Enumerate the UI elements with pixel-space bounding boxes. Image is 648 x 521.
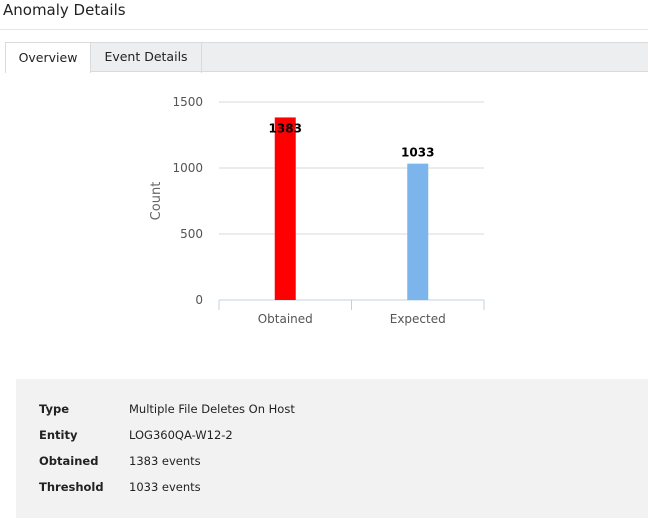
detail-row-type: Type Multiple File Deletes On Host: [16, 402, 648, 428]
detail-label: Type: [39, 402, 70, 416]
detail-value: LOG360QA-W12-2: [129, 428, 233, 442]
title-divider: [0, 29, 648, 30]
details-panel: Type Multiple File Deletes On Host Entit…: [16, 379, 648, 518]
bar-expected: [407, 163, 429, 300]
y-tick-label: 0: [195, 293, 203, 307]
y-tick-label: 1500: [172, 95, 203, 109]
data-label: 1033: [401, 146, 434, 160]
bar-obtained: [274, 117, 296, 300]
page-title: Anomaly Details: [3, 1, 126, 19]
y-tick-label: 500: [180, 227, 203, 241]
detail-value: 1383 events: [129, 454, 201, 468]
detail-value: 1033 events: [129, 480, 201, 494]
category-label: Obtained: [258, 312, 313, 326]
detail-value: Multiple File Deletes On Host: [129, 402, 295, 416]
tab-event-details[interactable]: Event Details: [91, 42, 202, 73]
detail-row-threshold: Threshold 1033 events: [16, 480, 648, 506]
detail-label: Obtained: [39, 454, 99, 468]
tab-overview[interactable]: Overview: [5, 42, 91, 73]
chart-svg: 0 500 1000 1500 Count 1383 Obtained 1033 Expecte…: [149, 95, 485, 326]
tab-bar: Overview Event Details: [5, 42, 648, 73]
detail-label: Threshold: [39, 480, 104, 494]
category-label: Expected: [390, 312, 446, 326]
y-axis-title: Count: [149, 182, 164, 221]
anomaly-chart: 0 500 1000 1500 Count 1383 Obtained 1033 Expecte…: [0, 72, 648, 372]
detail-row-entity: Entity LOG360QA-W12-2: [16, 428, 648, 454]
detail-row-obtained: Obtained 1383 events: [16, 454, 648, 480]
y-tick-label: 1000: [172, 161, 203, 175]
detail-label: Entity: [39, 428, 78, 442]
data-label: 1383: [269, 121, 302, 135]
